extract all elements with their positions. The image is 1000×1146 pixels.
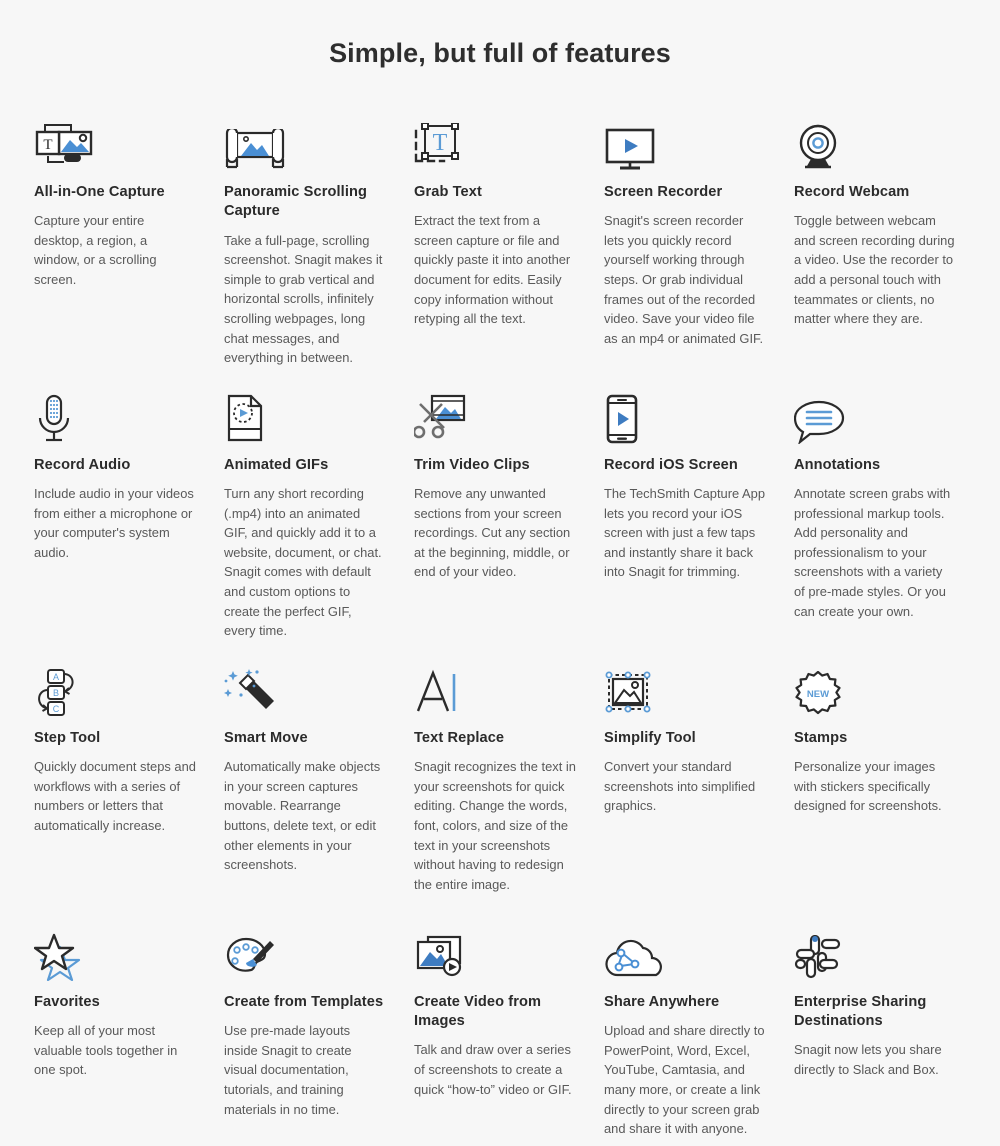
stamps-icon: NEW xyxy=(794,655,956,717)
features-grid-row-3: A B C Step Tool Quickly document steps a… xyxy=(0,655,1000,905)
create-video-from-images-icon xyxy=(414,919,576,981)
grab-text-icon: T xyxy=(414,109,576,171)
panoramic-scrolling-capture-icon xyxy=(224,109,386,171)
feature-card-annotations[interactable]: Annotations Annotate screen grabs with p… xyxy=(794,382,972,641)
feature-title: Text Replace xyxy=(414,729,505,746)
features-page: Simple, but full of features T All-in-On… xyxy=(0,0,1000,1146)
record-webcam-icon xyxy=(794,109,956,171)
feature-title: Annotations xyxy=(794,456,881,473)
feature-description: Personalize your images with stickers sp… xyxy=(794,759,942,814)
feature-title: Favorites xyxy=(34,993,100,1010)
feature-description: Toggle between webcam and screen recordi… xyxy=(794,213,955,327)
feature-description: The TechSmith Capture App lets you recor… xyxy=(604,486,765,580)
enterprise-sharing-destinations-icon xyxy=(794,919,956,981)
svg-text:C: C xyxy=(53,704,60,714)
feature-description: Snagit now lets you share directly to Sl… xyxy=(794,1042,942,1077)
feature-title: Record Webcam xyxy=(794,184,910,200)
feature-title: Record Audio xyxy=(34,456,131,473)
svg-text:A: A xyxy=(53,672,59,682)
feature-card-panoramic-scrolling-capture[interactable]: Panoramic Scrolling Capture Take a full-… xyxy=(224,109,402,368)
feature-card-create-from-templates[interactable]: Create from Templates Use pre-made layou… xyxy=(224,919,402,1139)
feature-description: Snagit recognizes the text in your scree… xyxy=(414,759,576,892)
feature-card-smart-move[interactable]: Smart Move Automatically make objects in… xyxy=(224,655,402,905)
feature-description: Extract the text from a screen capture o… xyxy=(414,213,571,327)
feature-description: Use pre-made layouts inside Snagit to cr… xyxy=(224,1023,352,1117)
record-audio-icon xyxy=(34,382,196,444)
feature-title: Smart Move xyxy=(224,729,308,746)
feature-card-text-replace[interactable]: Text Replace Snagit recognizes the text … xyxy=(414,655,592,905)
page-title: Simple, but full of features xyxy=(329,38,671,68)
text-replace-icon xyxy=(414,655,576,717)
features-grid-row-1: T All-in-One Capture Capture your entire… xyxy=(0,109,1000,368)
feature-description: Keep all of your most valuable tools tog… xyxy=(34,1023,178,1078)
screen-recorder-icon xyxy=(604,109,766,171)
feature-description: Talk and draw over a series of screensho… xyxy=(414,1042,572,1097)
stamps-new-badge-text: NEW xyxy=(807,689,829,700)
feature-description: Automatically make objects in your scree… xyxy=(224,759,381,873)
feature-card-record-ios-screen[interactable]: Record iOS Screen The TechSmith Capture … xyxy=(604,382,782,641)
feature-description: Convert your standard screenshots into s… xyxy=(604,759,756,814)
feature-card-record-webcam[interactable]: Record Webcam Toggle between webcam and … xyxy=(794,109,972,368)
feature-description: Upload and share directly to PowerPoint,… xyxy=(604,1023,765,1137)
record-ios-screen-icon xyxy=(604,382,766,444)
feature-card-enterprise-sharing-destinations[interactable]: Enterprise Sharing Destinations Snagit n… xyxy=(794,919,972,1139)
feature-card-all-in-one-capture[interactable]: T All-in-One Capture Capture your entire… xyxy=(34,109,212,368)
feature-card-create-video-from-images[interactable]: Create Video from Images Talk and draw o… xyxy=(414,919,592,1139)
svg-text:B: B xyxy=(53,688,59,698)
svg-text:T: T xyxy=(43,137,52,153)
feature-title: Step Tool xyxy=(34,729,101,746)
feature-description: Remove any unwanted sections from your s… xyxy=(414,486,571,580)
feature-card-share-anywhere[interactable]: Share Anywhere Upload and share directly… xyxy=(604,919,782,1139)
feature-title: Stamps xyxy=(794,729,848,746)
feature-title: All-in-One Capture xyxy=(34,184,165,200)
feature-card-stamps[interactable]: NEW Stamps Personalize your images with … xyxy=(794,655,972,905)
feature-title: Animated GIFs xyxy=(224,456,329,473)
features-grid-row-2: Record Audio Include audio in your video… xyxy=(0,382,1000,641)
svg-text:T: T xyxy=(433,130,448,156)
feature-title: Trim Video Clips xyxy=(414,456,530,473)
feature-title: Simplify Tool xyxy=(604,729,696,746)
create-from-templates-icon xyxy=(224,919,386,981)
feature-title: Create from Templates xyxy=(224,993,384,1010)
step-tool-icon: A B C xyxy=(34,655,196,717)
feature-card-favorites[interactable]: Favorites Keep all of your most valuable… xyxy=(34,919,212,1139)
feature-description: Include audio in your videos from either… xyxy=(34,486,194,560)
feature-card-record-audio[interactable]: Record Audio Include audio in your video… xyxy=(34,382,212,641)
feature-title: Enterprise Sharing Destinations xyxy=(794,993,927,1030)
feature-description: Capture your entire desktop, a region, a… xyxy=(34,213,157,288)
feature-card-screen-recorder[interactable]: Screen Recorder Snagit's screen recorder… xyxy=(604,109,782,368)
feature-title: Grab Text xyxy=(414,184,482,200)
feature-description: Turn any short recording (.mp4) into an … xyxy=(224,486,382,639)
feature-title: Share Anywhere xyxy=(604,993,720,1010)
feature-title: Screen Recorder xyxy=(604,184,723,200)
animated-gifs-icon xyxy=(224,382,386,444)
feature-description: Quickly document steps and workflows wit… xyxy=(34,759,196,833)
smart-move-icon xyxy=(224,655,386,717)
feature-title: Panoramic Scrolling Capture xyxy=(224,184,368,220)
all-in-one-capture-icon: T xyxy=(34,109,196,171)
feature-title: Record iOS Screen xyxy=(604,456,738,473)
feature-title: Create Video from Images xyxy=(414,993,542,1030)
feature-card-trim-video-clips[interactable]: Trim Video Clips Remove any unwanted sec… xyxy=(414,382,592,641)
feature-card-simplify-tool[interactable]: Simplify Tool Convert your standard scre… xyxy=(604,655,782,905)
feature-card-grab-text[interactable]: T Grab Text Extract the text from a scre… xyxy=(414,109,592,368)
feature-card-step-tool[interactable]: A B C Step Tool Quickly document steps a… xyxy=(34,655,212,905)
simplify-tool-icon xyxy=(604,655,766,717)
trim-video-clips-icon xyxy=(414,382,576,444)
favorites-icon xyxy=(34,919,196,981)
annotations-icon xyxy=(794,382,956,444)
feature-card-animated-gifs[interactable]: Animated GIFs Turn any short recording (… xyxy=(224,382,402,641)
feature-description: Snagit's screen recorder lets you quickl… xyxy=(604,213,764,346)
feature-description: Take a full-page, scrolling screenshot. … xyxy=(224,232,383,366)
share-anywhere-icon xyxy=(604,919,766,981)
feature-description: Annotate screen grabs with professional … xyxy=(794,486,951,619)
features-grid-row-4: Favorites Keep all of your most valuable… xyxy=(0,919,1000,1139)
